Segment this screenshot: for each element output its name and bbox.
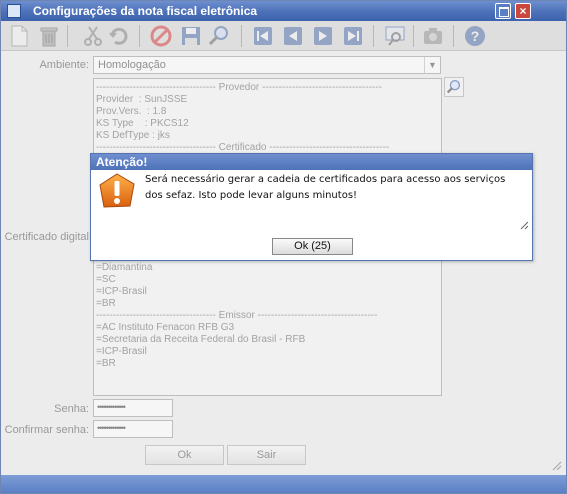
search-icon[interactable] bbox=[207, 24, 231, 48]
cancel-icon[interactable] bbox=[149, 24, 173, 48]
certificate-line: ------------------------------------ Emi… bbox=[96, 310, 378, 321]
toolbar: ? bbox=[1, 21, 566, 51]
dialog-title: Atenção! bbox=[91, 154, 532, 170]
window-title: Configurações da nota fiscal eletrônica bbox=[33, 4, 258, 18]
app-icon bbox=[7, 4, 21, 18]
certificate-line: Prov.Vers. : 1.8 bbox=[96, 106, 167, 117]
cut-icon[interactable] bbox=[81, 24, 105, 48]
undo-icon[interactable] bbox=[107, 24, 131, 48]
dialog-message: Será necessário gerar a cadeia de certif… bbox=[145, 174, 506, 201]
search-certificate-button[interactable] bbox=[444, 77, 464, 97]
ambiente-select[interactable]: Homologação ▼ bbox=[93, 56, 441, 74]
attention-dialog: Atenção! Será necessário gerar a cadeia … bbox=[90, 153, 533, 261]
senha-label: Senha: bbox=[54, 403, 89, 415]
certificate-line: Provider : SunJSSE bbox=[96, 94, 188, 105]
certificate-line: =BR bbox=[96, 298, 116, 309]
sair-button[interactable]: Sair bbox=[227, 445, 306, 465]
help-icon[interactable]: ? bbox=[463, 24, 487, 48]
certificate-line: =ICP-Brasil bbox=[96, 286, 147, 297]
confirmar-senha-label: Confirmar senha: bbox=[4, 424, 89, 436]
delete-icon[interactable] bbox=[37, 24, 61, 48]
close-button[interactable]: × bbox=[515, 3, 531, 19]
certificate-line: =BR bbox=[96, 358, 116, 369]
certificate-line: =Diamantina bbox=[96, 262, 153, 273]
certificate-line: =SC bbox=[96, 274, 116, 285]
certificate-line: ------------------------------------ Pro… bbox=[96, 82, 382, 93]
certificate-line: KS Type : PKCS12 bbox=[96, 118, 189, 129]
resize-grip-icon[interactable] bbox=[519, 220, 529, 230]
certificate-line: =AC Instituto Fenacon RFB G3 bbox=[96, 322, 235, 333]
ambiente-value: Homologação bbox=[98, 59, 166, 71]
certificado-label: Certificado digital: bbox=[4, 231, 92, 243]
dialog-ok-button[interactable]: Ok (25) bbox=[272, 238, 353, 255]
confirmar-senha-field[interactable]: ••••••••••••• bbox=[93, 420, 173, 438]
next-record-icon[interactable] bbox=[311, 24, 335, 48]
status-bar bbox=[1, 475, 566, 493]
ok-button[interactable]: Ok bbox=[145, 445, 224, 465]
search-icon bbox=[446, 80, 461, 94]
first-record-icon[interactable] bbox=[251, 24, 275, 48]
new-document-icon[interactable] bbox=[7, 24, 31, 48]
senha-field[interactable]: ••••••••••••• bbox=[93, 399, 173, 417]
certificate-line: KS DefType : jks bbox=[96, 130, 170, 141]
form-area: Ambiente: Homologação ▼ Certificado digi… bbox=[1, 52, 566, 475]
svg-text:?: ? bbox=[471, 28, 480, 44]
maximize-button[interactable] bbox=[495, 3, 511, 19]
resize-grip-icon[interactable] bbox=[550, 459, 562, 471]
config-window: Configurações da nota fiscal eletrônica … bbox=[0, 0, 567, 494]
warning-icon bbox=[99, 173, 135, 208]
camera-icon[interactable] bbox=[421, 24, 445, 48]
chevron-down-icon[interactable]: ▼ bbox=[424, 57, 440, 73]
previous-record-icon[interactable] bbox=[281, 24, 305, 48]
title-bar[interactable]: Configurações da nota fiscal eletrônica … bbox=[1, 1, 566, 21]
certificate-line: =ICP-Brasil bbox=[96, 346, 147, 357]
last-record-icon[interactable] bbox=[341, 24, 365, 48]
certificate-line: =Secretaria da Receita Federal do Brasil… bbox=[96, 334, 306, 345]
preview-icon[interactable] bbox=[383, 24, 407, 48]
save-icon[interactable] bbox=[179, 24, 203, 48]
ambiente-label: Ambiente: bbox=[39, 59, 89, 71]
